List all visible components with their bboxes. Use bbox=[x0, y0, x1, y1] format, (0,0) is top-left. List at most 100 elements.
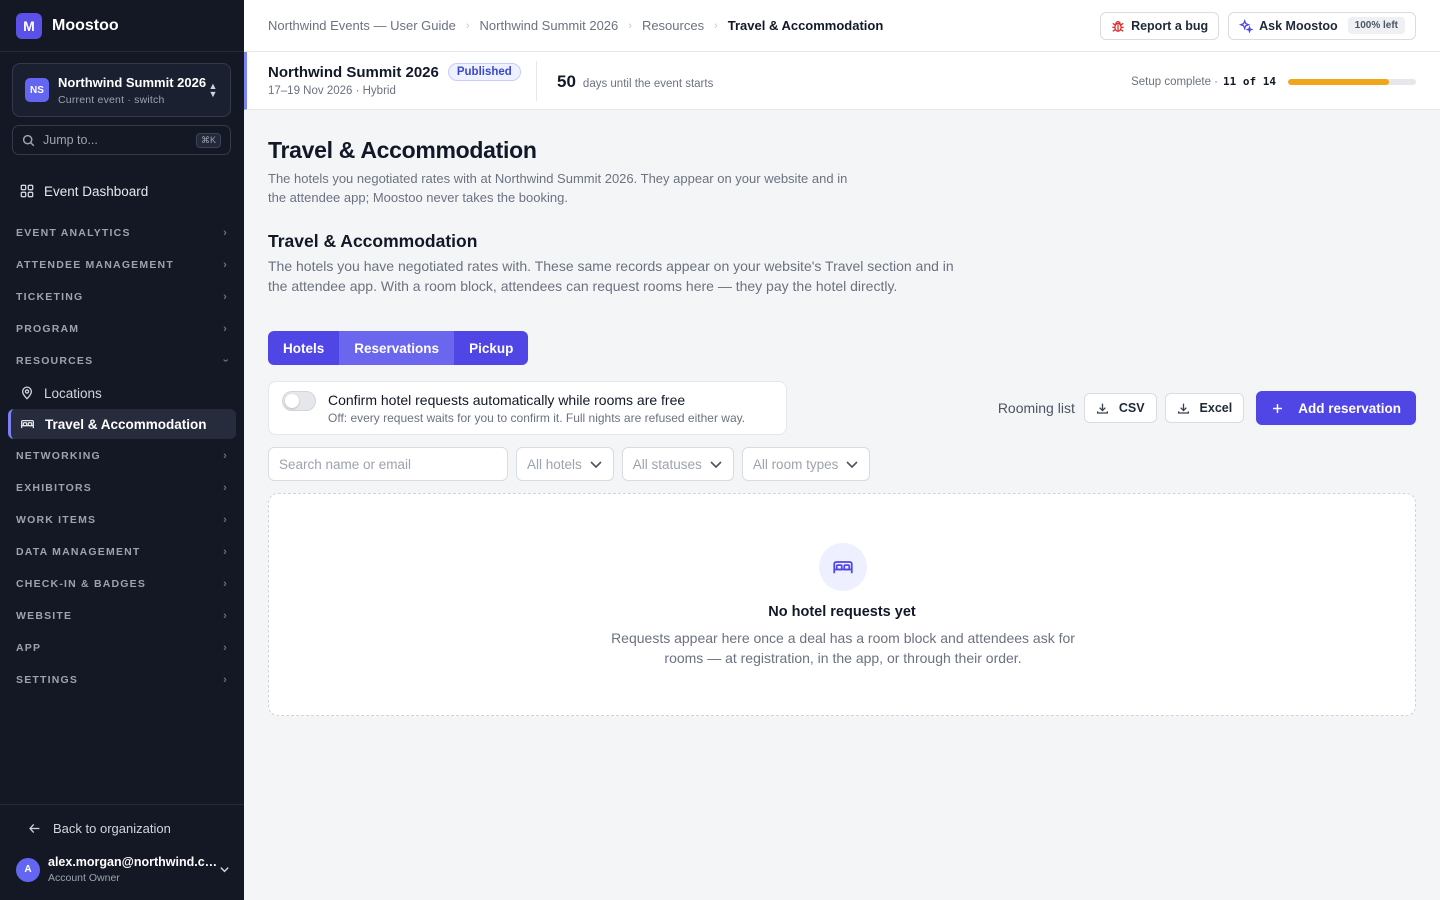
tab-pickup[interactable]: Pickup bbox=[454, 331, 528, 365]
page-intro: The hotels you negotiated rates with at … bbox=[268, 171, 848, 205]
brand[interactable]: M Moostoo bbox=[0, 0, 244, 52]
event-dates: 17–19 Nov 2026 · Hybrid bbox=[268, 85, 396, 97]
plus-icon bbox=[1273, 403, 1283, 413]
room-type-filter-select[interactable]: All room types bbox=[741, 447, 871, 481]
report-bug-label: Report a bug bbox=[1131, 18, 1209, 33]
auto-confirm-toggle[interactable] bbox=[282, 391, 316, 411]
brand-logo: M bbox=[16, 12, 42, 39]
sidebar-item-event-dashboard[interactable]: Event Dashboard bbox=[8, 176, 235, 206]
auto-confirm-title: Confirm hotel requests automatically whi… bbox=[328, 392, 686, 408]
export-excel-button[interactable]: Excel bbox=[1164, 393, 1245, 423]
nav-section-work-items[interactable]: WORK ITEMS › bbox=[0, 504, 244, 536]
jump-to-search[interactable]: Jump to... ⌘K bbox=[12, 125, 231, 155]
breadcrumb-item-resources[interactable]: Resources bbox=[642, 18, 704, 33]
auto-confirm-subtitle: Off: every request waits for you to conf… bbox=[328, 411, 746, 425]
chevron-right-icon: › bbox=[714, 19, 718, 32]
export-csv-button[interactable]: CSV bbox=[1083, 393, 1157, 423]
hotel-filter-select[interactable]: All hotels bbox=[516, 447, 614, 481]
sidebar-item-locations[interactable]: Locations bbox=[8, 378, 236, 408]
top-bar: Northwind Events — User Guide › Northwin… bbox=[244, 0, 1440, 52]
setup-progress[interactable]: Setup complete · 11 of 14 bbox=[1131, 75, 1416, 88]
export-excel-label: Excel bbox=[1199, 401, 1233, 415]
hotel-filter-value: All hotels bbox=[527, 456, 582, 472]
add-reservation-label: Add reservation bbox=[1298, 400, 1401, 416]
nav-section-app[interactable]: APP › bbox=[0, 632, 244, 664]
bed-icon bbox=[833, 561, 853, 574]
chevron-right-icon: › bbox=[223, 578, 228, 590]
ask-quota-badge: 100% left bbox=[1347, 17, 1405, 34]
jump-shortcut: ⌘K bbox=[195, 132, 221, 148]
tab-reservations[interactable]: Reservations bbox=[339, 331, 455, 365]
chevron-right-icon: › bbox=[223, 227, 228, 239]
nav-section-label: CHECK-IN & BADGES bbox=[16, 578, 147, 590]
sidebar-item-travel-accommodation[interactable]: Travel & Accommodation bbox=[8, 409, 236, 439]
tab-hotels[interactable]: Hotels bbox=[268, 331, 339, 365]
section-title: Travel & Accommodation bbox=[268, 231, 478, 251]
nav-section-exhibitors[interactable]: EXHIBITORS › bbox=[0, 472, 244, 504]
chevron-right-icon: › bbox=[223, 291, 228, 303]
nav-section-event-analytics[interactable]: EVENT ANALYTICS › bbox=[0, 217, 244, 249]
chevron-right-icon: › bbox=[223, 514, 228, 526]
status-filter-value: All statuses bbox=[632, 456, 702, 472]
nav-section-website[interactable]: WEBSITE › bbox=[0, 600, 244, 632]
map-pin-icon bbox=[21, 386, 33, 400]
nav-section-networking[interactable]: NETWORKING › bbox=[0, 440, 244, 472]
search-input[interactable] bbox=[268, 447, 508, 481]
empty-state-text: Requests appear here once a deal has a r… bbox=[611, 630, 1075, 666]
section-description: The hotels you have negotiated rates wit… bbox=[268, 258, 954, 294]
event-switcher-subtitle: Current event · switch bbox=[58, 93, 165, 106]
chevron-right-icon: › bbox=[223, 610, 228, 622]
event-switcher[interactable]: NS Northwind Summit 2026 Current event ·… bbox=[12, 63, 231, 117]
nav-section-attendee-management[interactable]: ATTENDEE MANAGEMENT › bbox=[0, 249, 244, 281]
breadcrumb-item-current: Travel & Accommodation bbox=[727, 18, 884, 33]
back-to-organization-label: Back to organization bbox=[53, 821, 171, 836]
sidebar-footer: Back to organization A alex.morgan@north… bbox=[0, 804, 244, 900]
add-reservation-button[interactable]: Add reservation bbox=[1256, 391, 1416, 425]
nav-section-ticketing[interactable]: TICKETING › bbox=[0, 281, 244, 313]
nav-section-resources[interactable]: RESOURCES › bbox=[0, 345, 244, 377]
chevron-down-icon bbox=[710, 461, 722, 469]
export-csv-label: CSV bbox=[1118, 401, 1145, 415]
countdown-days: 50 bbox=[557, 72, 576, 91]
ask-moostoo-button[interactable]: Ask Moostoo 100% left bbox=[1228, 11, 1416, 40]
empty-state: No hotel requests yet Requests appear he… bbox=[268, 493, 1416, 716]
sidebar-item-label: Travel & Accommodation bbox=[45, 416, 207, 432]
toggle-knob bbox=[285, 394, 299, 408]
breadcrumb-item-event[interactable]: Northwind Summit 2026 bbox=[480, 18, 619, 33]
empty-state-icon-circle bbox=[819, 543, 867, 591]
event-name: Northwind Summit 2026 bbox=[268, 63, 439, 81]
nav-section-label: RESOURCES bbox=[16, 355, 94, 367]
nav-section-program[interactable]: PROGRAM › bbox=[0, 313, 244, 345]
brand-name: Moostoo bbox=[52, 16, 119, 34]
chevron-right-icon: › bbox=[223, 259, 228, 271]
divider bbox=[536, 61, 537, 101]
nav-section-label: NETWORKING bbox=[16, 450, 101, 462]
nav-section-label: SETTINGS bbox=[16, 674, 79, 686]
chevron-right-icon: › bbox=[223, 450, 228, 462]
chevron-right-icon: › bbox=[223, 323, 228, 335]
user-role: Account Owner bbox=[48, 872, 120, 884]
sidebar-item-label: Event Dashboard bbox=[44, 183, 149, 199]
nav-section-checkin-badges[interactable]: CHECK-IN & BADGES › bbox=[0, 568, 244, 600]
search-icon bbox=[22, 134, 35, 146]
sidebar-nav: EVENT ANALYTICS › ATTENDEE MANAGEMENT › TI… bbox=[0, 217, 244, 696]
room-type-filter-value: All room types bbox=[752, 456, 839, 472]
user-menu[interactable]: A alex.morgan@northwind.com Account Owne… bbox=[16, 855, 230, 884]
status-filter-select[interactable]: All statuses bbox=[621, 447, 734, 481]
back-to-organization-link[interactable]: Back to organization bbox=[28, 821, 171, 836]
nav-section-data-management[interactable]: DATA MANAGEMENT › bbox=[0, 536, 244, 568]
avatar: A bbox=[16, 857, 40, 882]
page-title: Travel & Accommodation bbox=[268, 137, 537, 163]
rooming-list-actions: Rooming list CSV Excel Add reservation bbox=[998, 391, 1416, 425]
filter-bar: All hotels All statuses All room types bbox=[268, 447, 871, 481]
nav-section-settings[interactable]: SETTINGS › bbox=[0, 664, 244, 696]
nav-section-label: TICKETING bbox=[16, 291, 84, 303]
download-icon bbox=[1177, 403, 1189, 414]
breadcrumb: Northwind Events — User Guide › Northwin… bbox=[268, 18, 1091, 33]
report-bug-button[interactable]: Report a bug bbox=[1100, 11, 1220, 40]
rooming-list-label: Rooming list bbox=[997, 400, 1075, 416]
chevron-up-down-icon: ▲ ▼ bbox=[208, 81, 218, 99]
event-badge: NS bbox=[25, 78, 49, 102]
breadcrumb-item-guide[interactable]: Northwind Events — User Guide bbox=[268, 18, 456, 33]
setup-progress-bar bbox=[1288, 78, 1416, 85]
